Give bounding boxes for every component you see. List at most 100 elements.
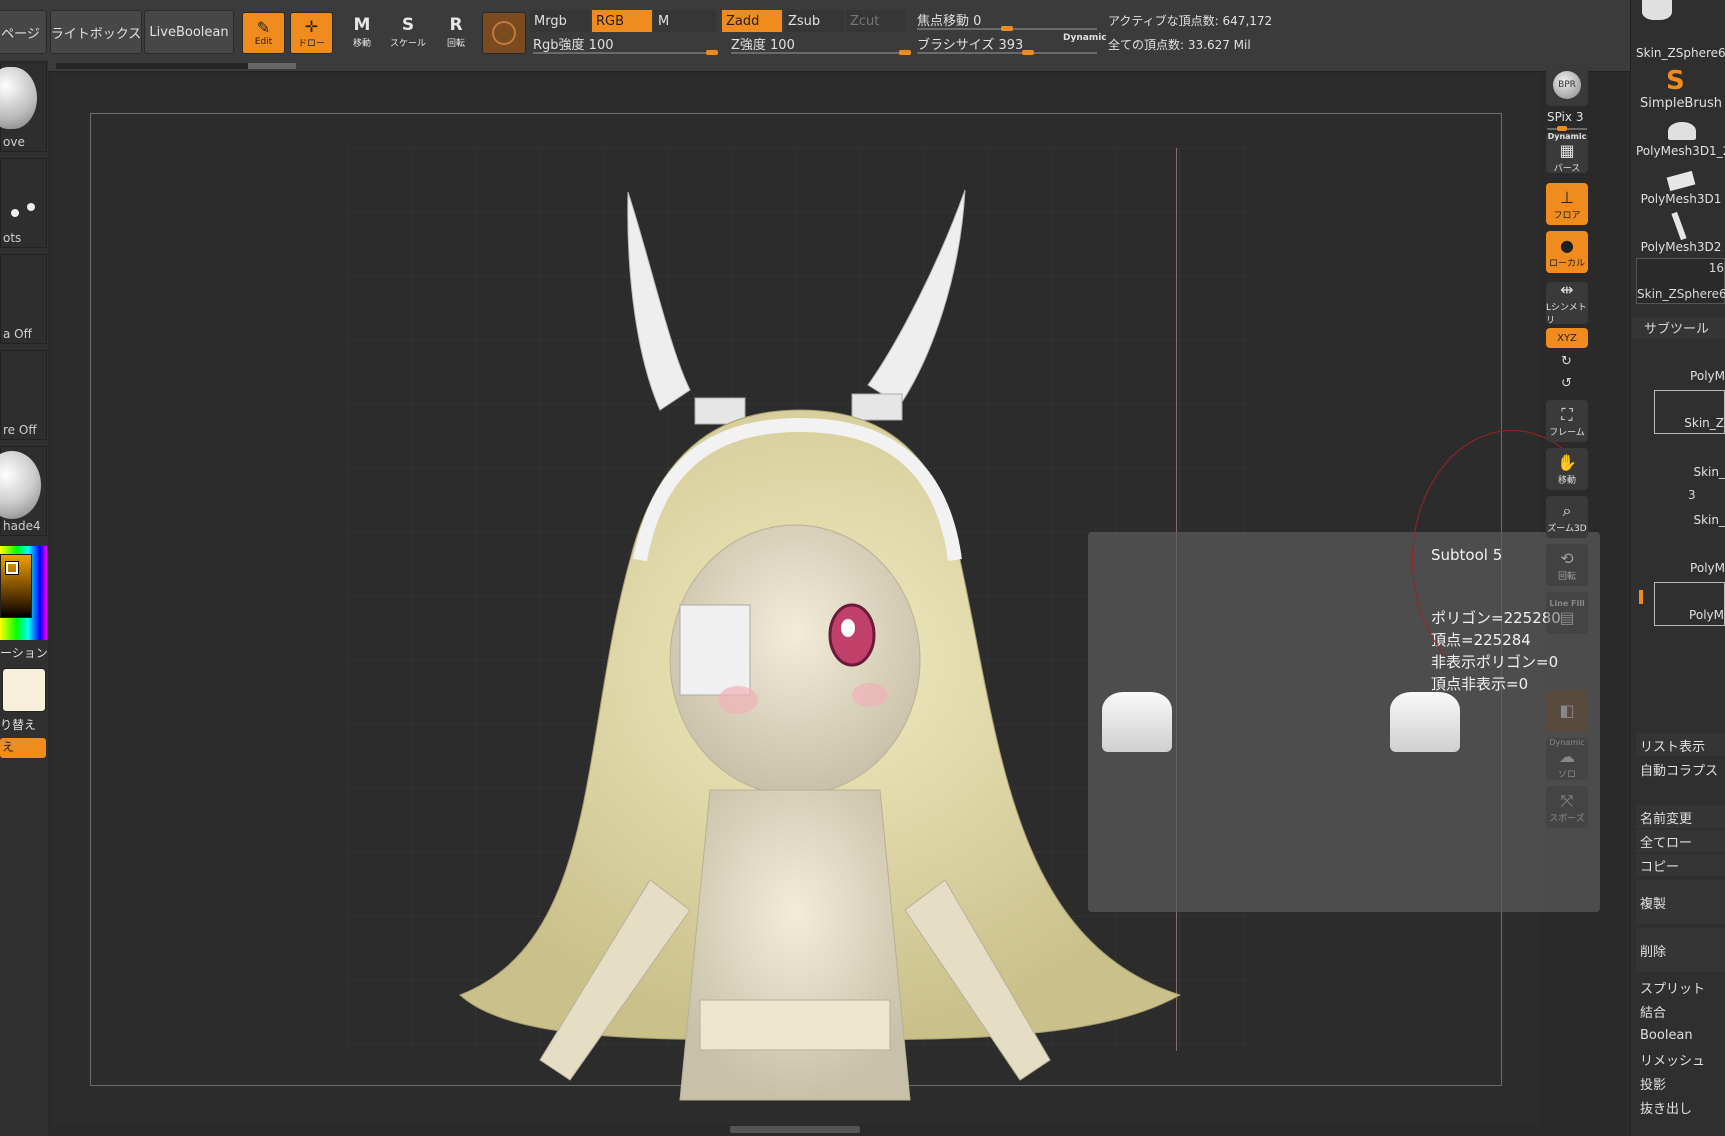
extract-button[interactable]: 抜き出し [1636,1096,1725,1118]
left-orange-button[interactable]: え [0,738,46,758]
tool-item-6-box[interactable]: 16 Skin_ZSphere6_ [1636,258,1725,304]
subtool-row-6[interactable]: PolyM [1654,582,1725,626]
focal-shift-slider[interactable] [917,26,1097,31]
subtool-row-1[interactable]: PolyM [1654,342,1725,386]
rotate-view-button[interactable]: ⟲ 回転 [1546,544,1588,586]
floor-label: フロア [1553,210,1581,221]
lightbox-label: ライトボックス [50,26,142,42]
brush-thumb[interactable]: ove [0,62,47,152]
material-thumb[interactable]: hade4 [0,446,47,536]
subtool-row-3[interactable]: Skin_ [1654,438,1725,482]
floor-button[interactable]: ⊥ フロア [1546,183,1588,225]
z-intensity-slider[interactable] [731,50,911,55]
subtool-row-2[interactable]: Skin_Z [1654,390,1725,434]
boolean-button[interactable]: Boolean [1636,1024,1725,1046]
zoom-button[interactable]: ⌕ ズーム3D [1546,496,1588,538]
rgb-intensity-knob[interactable] [706,50,718,55]
rename-button[interactable]: 名前変更 [1636,806,1725,828]
m-button[interactable]: M [654,10,716,32]
scale-button[interactable]: S スケール [388,14,428,58]
stroke-thumb[interactable]: ots [0,158,47,248]
zadd-button[interactable]: Zadd [722,10,782,32]
symmetry-icon: ⇹ [1560,280,1574,299]
color-picker[interactable] [0,546,47,640]
tab-strip [56,63,296,69]
subtool-scroll-indicator[interactable] [1639,590,1643,604]
all-low-button[interactable]: 全てロー [1636,830,1725,852]
zcut-button[interactable]: Zcut [846,10,906,32]
swap-label[interactable]: り替え [0,716,36,733]
bottom-tray-handle[interactable] [730,1126,860,1133]
draw-size-slider[interactable] [917,50,1097,55]
split-label: スプリット [1640,981,1706,997]
material-caption: hade4 [3,519,41,533]
liveboolean-label: LiveBoolean [149,24,229,40]
spix-knob[interactable] [1557,126,1567,131]
tool-item-3[interactable]: PolyMesh3D1_2 [1636,144,1725,158]
duplicate-button[interactable]: 複製 [1636,880,1725,924]
focal-shift-knob[interactable] [1001,26,1013,31]
move-view-button[interactable]: ✋ 移動 [1546,448,1588,490]
solo-button[interactable]: Dynamic ☁ ソロ [1546,738,1588,780]
subtool-header[interactable]: サブツール [1632,318,1725,338]
rotate-z-icon[interactable]: ↺ [1561,376,1572,391]
edit-label: Edit [254,37,273,47]
bpr-button[interactable]: BPR [1546,64,1588,106]
subtool-row-5[interactable]: PolyM [1654,534,1725,578]
lightbox-button[interactable]: ライトボックス [50,10,142,54]
draw-size-knob[interactable] [1022,50,1034,55]
move-button[interactable]: M 移動 [342,14,382,58]
z-intensity-knob[interactable] [899,50,911,55]
tool-thumb-1[interactable] [1642,0,1672,20]
spix-label[interactable]: SPix 3 [1547,110,1583,124]
delete-button[interactable]: 削除 [1636,928,1725,972]
texture-thumb[interactable]: re Off [0,350,47,440]
left-orange-label: え [2,740,15,754]
tool-item-2[interactable]: SimpleBrush [1636,96,1725,111]
tool-item-6: Skin_ZSphere6_ [1637,287,1725,301]
xpose-button[interactable]: ⤧ スポーズ [1546,786,1588,828]
spix-slider[interactable] [1547,126,1587,131]
tool-item-1[interactable]: Skin_ZSphere6_ [1636,46,1725,60]
auto-collapse-button[interactable]: 自動コラプス [1636,758,1725,780]
list-view-button[interactable]: リスト表示 [1636,734,1725,756]
character-model[interactable] [400,180,1200,1120]
xyz-button[interactable]: XYZ [1546,328,1588,348]
rotate-y-icon[interactable]: ↻ [1561,354,1572,369]
liveboolean-button[interactable]: LiveBoolean [144,10,234,54]
project-button[interactable]: 投影 [1636,1072,1725,1094]
draw-button[interactable]: ✛ ドロー [290,12,333,54]
tool-item-4[interactable]: PolyMesh3D1 [1636,192,1725,206]
split-button[interactable]: スプリット [1636,976,1725,998]
dynamic-label[interactable]: Dynamic [1063,33,1107,43]
rotate-button[interactable]: R 回転 [436,14,476,58]
perspective-dynamic-label: Dynamic [1547,132,1587,141]
zcut-label: Zcut [850,13,880,29]
tool-item-5[interactable]: PolyMesh3D2 [1636,240,1725,254]
main-color-swatch[interactable] [2,668,46,712]
polymesh-1-2-icon[interactable] [1668,122,1696,140]
mrgb-button[interactable]: Mrgb [530,10,590,32]
rgb-button[interactable]: RGB [592,10,652,32]
edit-button[interactable]: ✎ Edit [242,12,285,54]
symmetry-button[interactable]: ⇹ Lシンメトリ [1546,280,1588,326]
rgb-intensity-slider[interactable] [533,50,718,55]
tab-strip-handle[interactable] [248,63,296,69]
material-button[interactable] [482,12,526,54]
copy-button[interactable]: コピー [1636,854,1725,876]
draw-size-label: ブラシサイズ 393 [917,38,1024,53]
rotate-view-icon: ⟲ [1560,548,1574,568]
bpr-label: BPR [1558,80,1576,90]
perspective-button[interactable]: Dynamic ▦ パース [1546,132,1588,174]
transp-button[interactable]: ◧ [1546,690,1588,732]
local-button[interactable]: ● ローカル [1546,231,1588,273]
subtool-row-4[interactable]: 3 Skin_ [1654,486,1725,530]
alpha-thumb[interactable]: a Off [0,254,47,344]
simplebrush-icon[interactable]: S [1666,66,1685,96]
linefill-button[interactable]: Line Fill ▤ [1546,592,1588,634]
page-button[interactable]: ページ [0,10,47,54]
frame-button[interactable]: ⛶ フレーム [1546,400,1588,442]
zsub-button[interactable]: Zsub [784,10,844,32]
remesh-button[interactable]: リメッシュ [1636,1048,1725,1070]
merge-button[interactable]: 結合 [1636,1000,1725,1022]
